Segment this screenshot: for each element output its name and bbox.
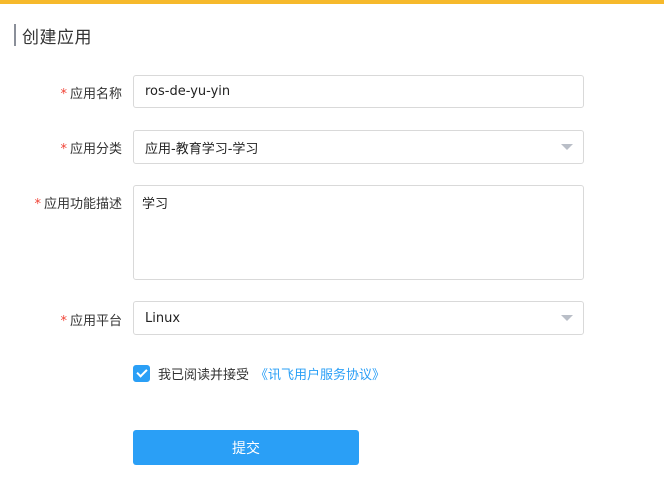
app-name-input[interactable]: ros-de-yu-yin	[133, 75, 584, 108]
submit-button[interactable]: 提交	[133, 430, 359, 465]
app-name-label-text: 应用名称	[69, 87, 122, 102]
required-mark: *	[60, 142, 67, 157]
page-title: 创建应用	[22, 27, 92, 48]
required-mark: *	[60, 87, 67, 102]
app-name-value: ros-de-yu-yin	[145, 84, 231, 99]
app-category-select[interactable]: 应用-教育学习-学习	[133, 130, 584, 164]
required-mark: *	[60, 314, 67, 329]
app-platform-label-text: 应用平台	[69, 314, 122, 329]
app-platform-label: * 应用平台	[60, 310, 122, 329]
top-accent-bar	[0, 0, 664, 4]
app-description-textarea[interactable]: 学习	[133, 185, 584, 280]
app-name-label: * 应用名称	[60, 83, 122, 102]
agreement-row: 我已阅读并接受 《讯飞用户服务协议》	[133, 364, 385, 383]
header-accent-bar	[14, 24, 16, 46]
app-description-label-text: 应用功能描述	[43, 197, 122, 212]
app-description-label: * 应用功能描述	[34, 193, 122, 212]
app-description-value: 学习	[142, 197, 169, 212]
page-header: 创建应用	[14, 24, 92, 48]
app-platform-select[interactable]: Linux	[133, 301, 584, 335]
chevron-down-icon[interactable]	[561, 144, 573, 150]
create-app-page: 创建应用 * 应用名称 ros-de-yu-yin * 应用分类 应用-教育学习-学…	[0, 0, 664, 495]
agreement-checkbox[interactable]	[133, 364, 150, 382]
service-agreement-link[interactable]: 《讯飞用户服务协议》	[255, 364, 385, 383]
agreement-text: 我已阅读并接受	[158, 367, 250, 383]
app-category-value: 应用-教育学习-学习	[145, 141, 259, 157]
required-mark: *	[34, 197, 41, 212]
checkmark-icon	[135, 365, 148, 378]
chevron-down-icon[interactable]	[561, 315, 573, 321]
app-category-label: * 应用分类	[60, 138, 122, 157]
app-category-label-text: 应用分类	[69, 142, 122, 157]
app-platform-value: Linux	[145, 310, 181, 326]
